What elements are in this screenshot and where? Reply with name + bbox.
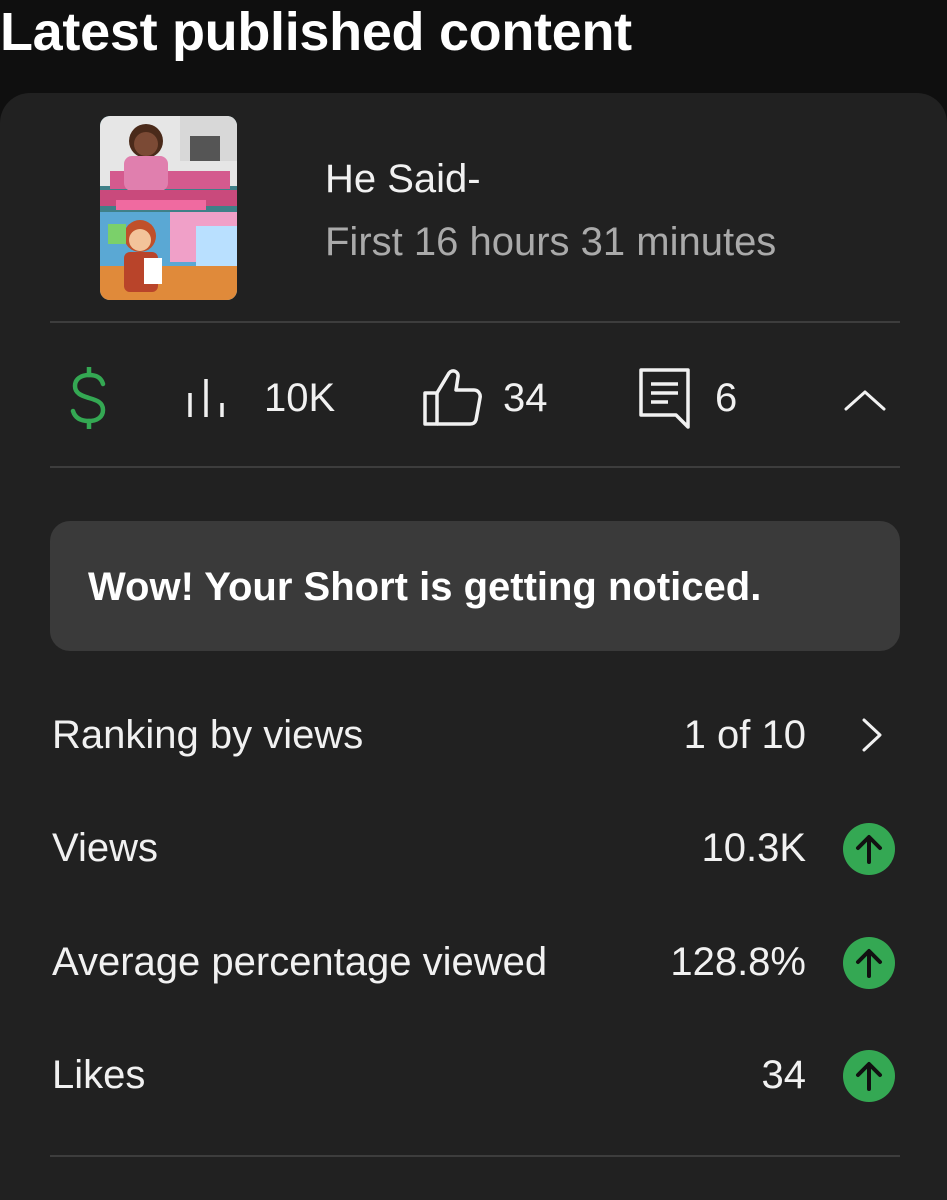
likes-count: 34 — [503, 376, 548, 420]
section-title: Latest published content — [0, 2, 632, 62]
collapse-button[interactable] — [838, 373, 892, 427]
comments-count: 6 — [715, 376, 738, 420]
metric-row-likes: Likes 34 — [0, 1035, 947, 1115]
arrow-up-icon — [843, 823, 895, 875]
video-time-period: First 16 hours 31 minutes — [325, 220, 777, 264]
metric-label: Likes — [52, 1053, 146, 1097]
notice-text: Wow! Your Short is getting noticed. — [88, 565, 762, 609]
metric-value: 10.3K — [701, 826, 806, 870]
metric-row-avg-percentage: Average percentage viewed 128.8% — [0, 922, 947, 1002]
metric-value: 128.8% — [670, 940, 806, 984]
latest-content-card[interactable]: He Said- First 16 hours 31 minutes 10K 3… — [0, 93, 947, 1200]
metric-row-ranking[interactable]: Ranking by views 1 of 10 — [0, 695, 947, 775]
chevron-up-icon — [844, 390, 886, 411]
comment-icon — [638, 367, 692, 434]
arrow-up-icon — [843, 937, 895, 989]
divider — [50, 1155, 900, 1157]
chevron-right-icon[interactable] — [852, 713, 892, 757]
dollar-icon[interactable] — [66, 364, 112, 434]
stats-row: 10K 34 6 — [0, 363, 947, 433]
views-count: 10K — [264, 376, 336, 420]
divider — [50, 321, 900, 323]
metric-value: 34 — [761, 1053, 807, 1097]
video-thumbnail[interactable] — [100, 116, 237, 300]
bar-chart-icon — [185, 379, 235, 424]
divider — [50, 466, 900, 468]
video-title[interactable]: He Said- — [325, 155, 481, 203]
metric-label: Views — [52, 826, 158, 870]
analytics-page: Latest published content He Said- First … — [0, 0, 947, 1200]
arrow-up-icon — [843, 1050, 895, 1102]
metric-row-views: Views 10.3K — [0, 808, 947, 888]
metric-value: 1 of 10 — [683, 713, 806, 757]
performance-notice: Wow! Your Short is getting noticed. — [50, 521, 900, 651]
thumbs-up-icon — [422, 369, 482, 432]
metric-label: Average percentage viewed — [52, 940, 548, 984]
metric-label: Ranking by views — [52, 713, 364, 757]
